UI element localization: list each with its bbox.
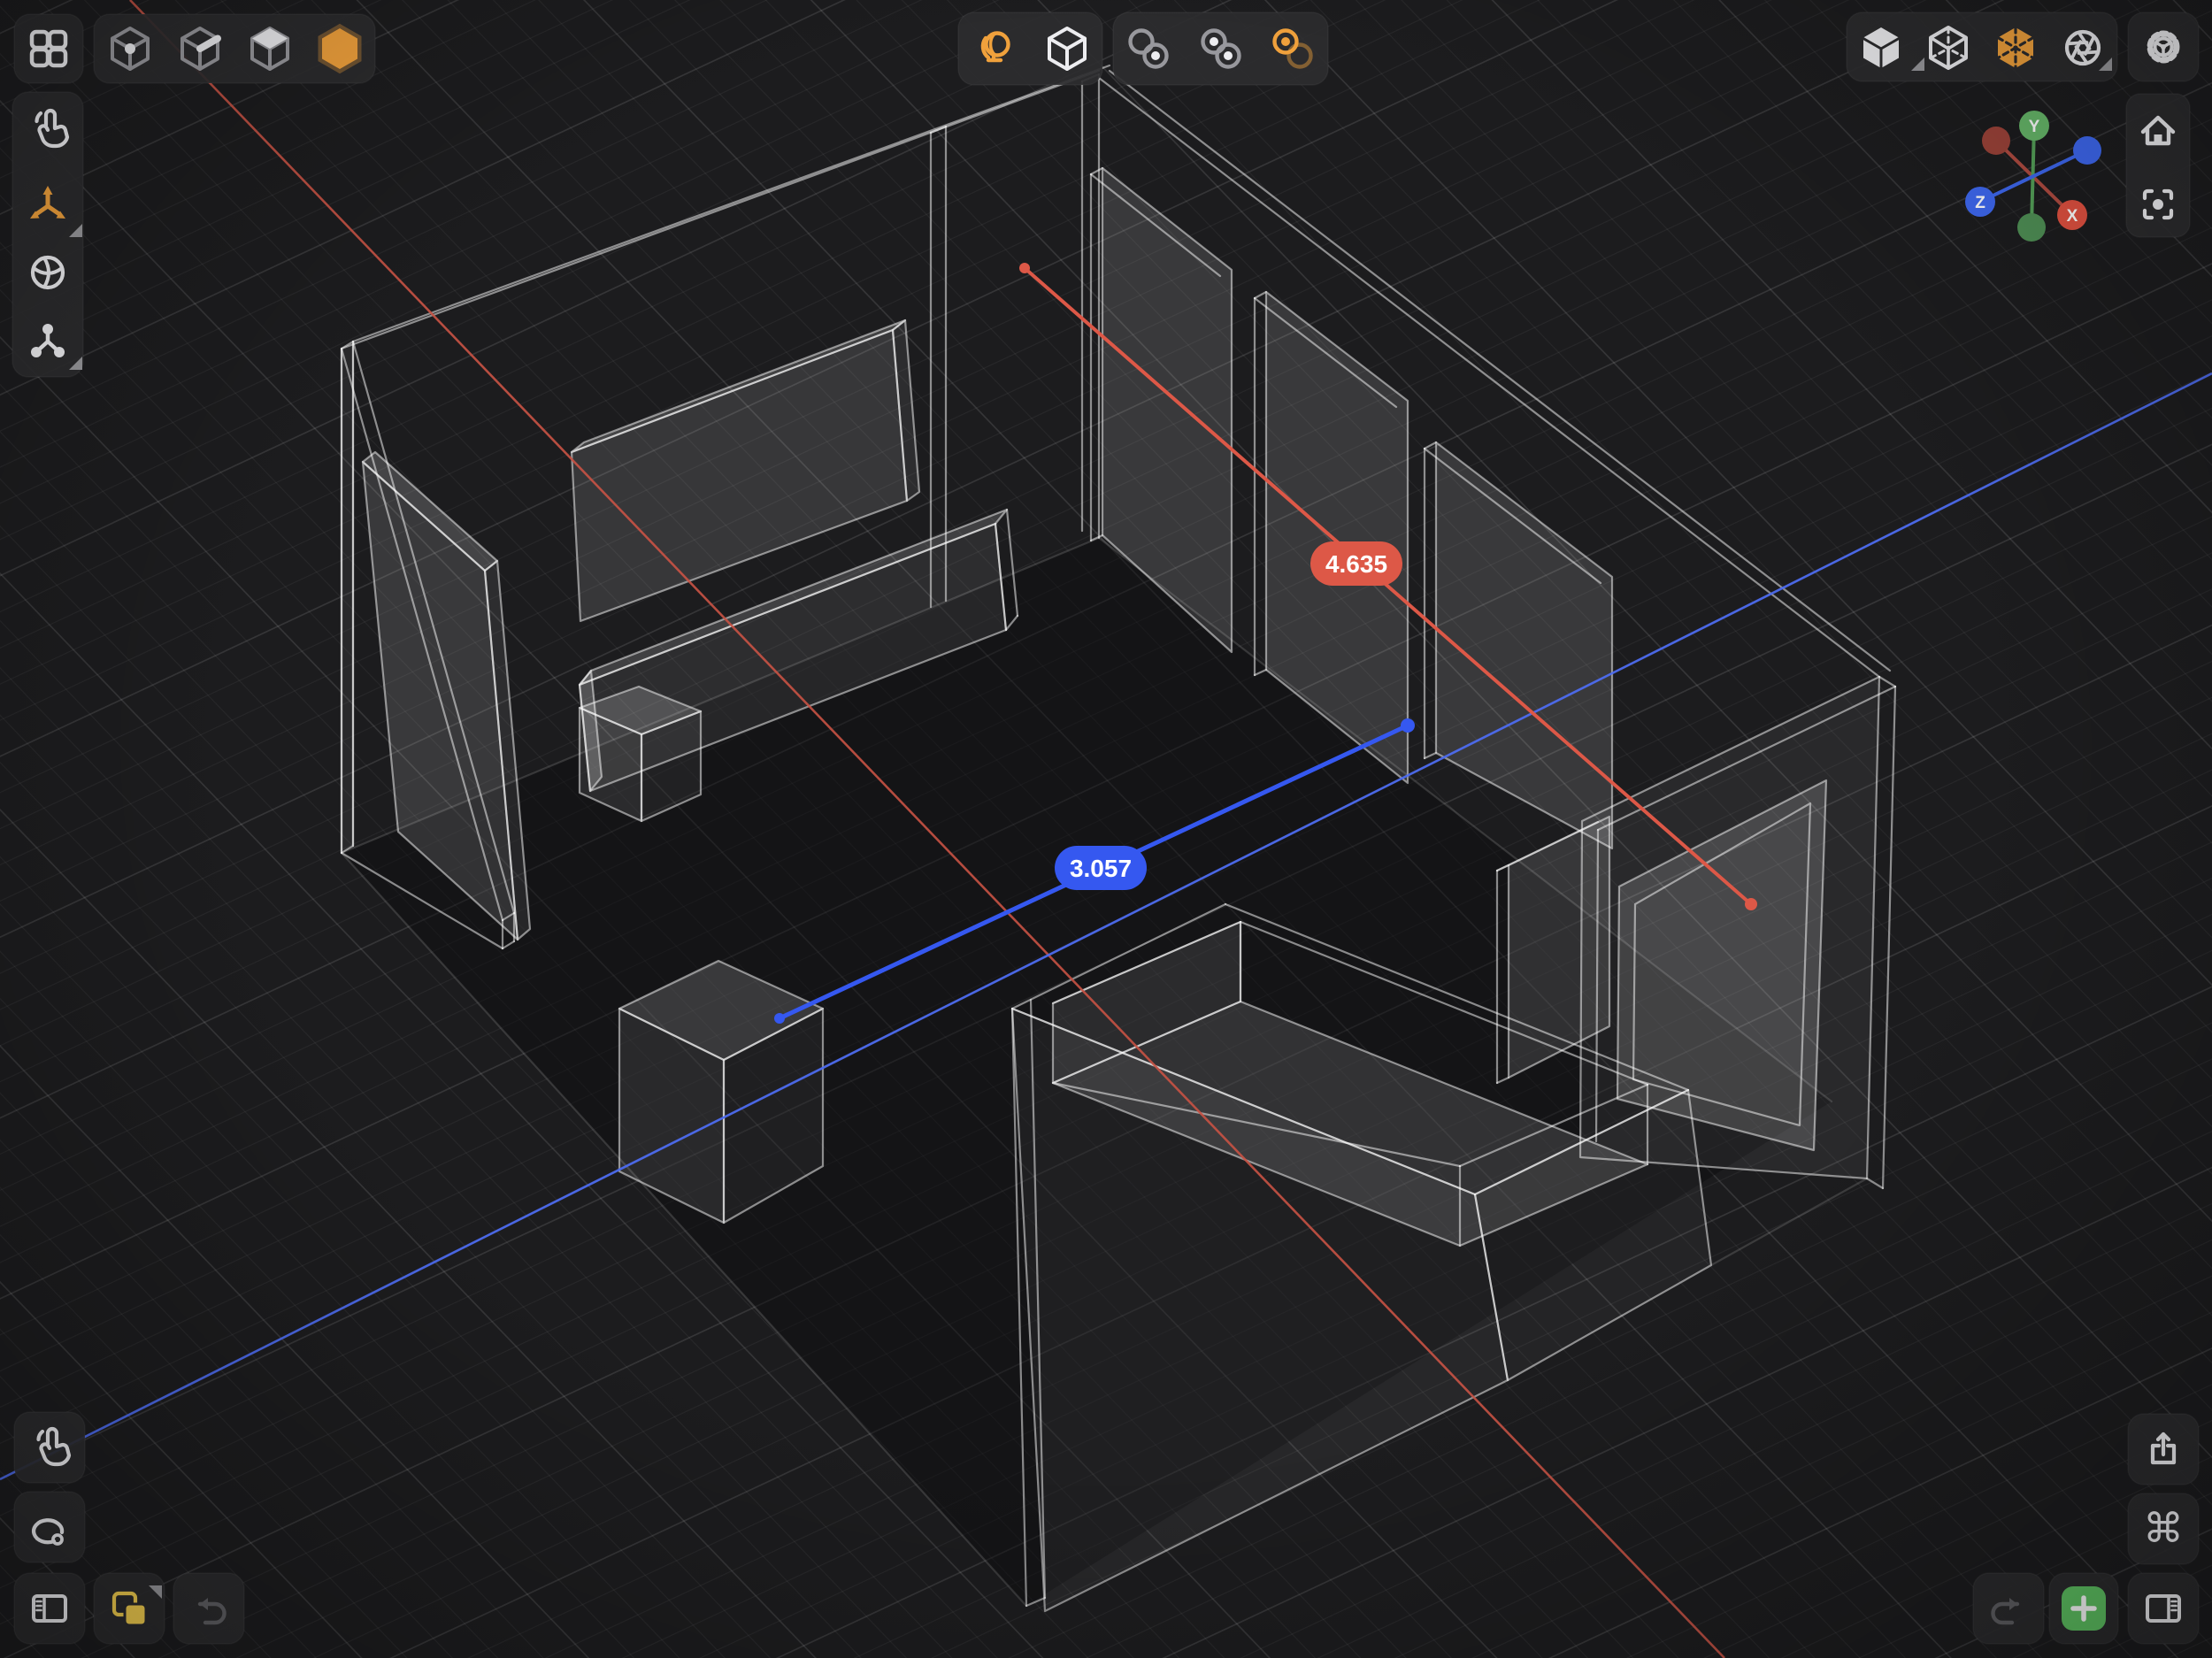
gizmo-axis-pos-x[interactable]: X — [2057, 200, 2087, 230]
view-shortcut-panel — [2126, 94, 2190, 237]
viewport-canvas[interactable]: 4.635 3.057 Y Z X — [0, 0, 2212, 1658]
center-left-panel — [958, 12, 1102, 85]
apps-panel — [14, 14, 83, 83]
hex-body-icon — [322, 28, 357, 69]
measurement-red-value: 4.635 — [1325, 550, 1387, 578]
redo-panel — [1973, 1573, 2044, 1644]
gizmo-axis-neg-y[interactable] — [2017, 213, 2046, 242]
add-button[interactable] — [2062, 1586, 2106, 1631]
floor-box[interactable] — [619, 961, 823, 1223]
gizmo-label-z: Z — [1975, 194, 1985, 212]
gizmo-label-y: Y — [2029, 118, 2040, 136]
select-body-button[interactable] — [322, 28, 357, 69]
settings-button[interactable] — [2150, 34, 2177, 60]
gizmo-axis-pos-y[interactable]: Y — [2019, 111, 2049, 141]
viewport[interactable]: 4.635 3.057 Y Z X — [0, 0, 2212, 1658]
measurement-blue-value: 3.057 — [1070, 855, 1132, 882]
shortcuts-button[interactable]: ⌘ — [2143, 1504, 2184, 1552]
small-box[interactable] — [580, 687, 701, 821]
gizmo-axis-pos-b[interactable] — [2073, 136, 2101, 165]
right-toggle-panel — [2128, 1573, 2199, 1644]
lasso-panel — [14, 1492, 85, 1562]
command-icon: ⌘ — [2143, 1504, 2184, 1552]
gizmo-axis-pos-z[interactable]: Z — [1965, 187, 1995, 217]
svg-text:⌘: ⌘ — [2143, 1504, 2184, 1552]
left-toggle-panel — [14, 1573, 85, 1644]
gizmo-axis-neg-x[interactable] — [1982, 127, 2010, 155]
undo-panel — [173, 1573, 244, 1644]
gizmo-label-x: X — [2067, 207, 2078, 226]
gear-icon — [2150, 34, 2177, 60]
plus-green-icon — [2062, 1586, 2106, 1631]
